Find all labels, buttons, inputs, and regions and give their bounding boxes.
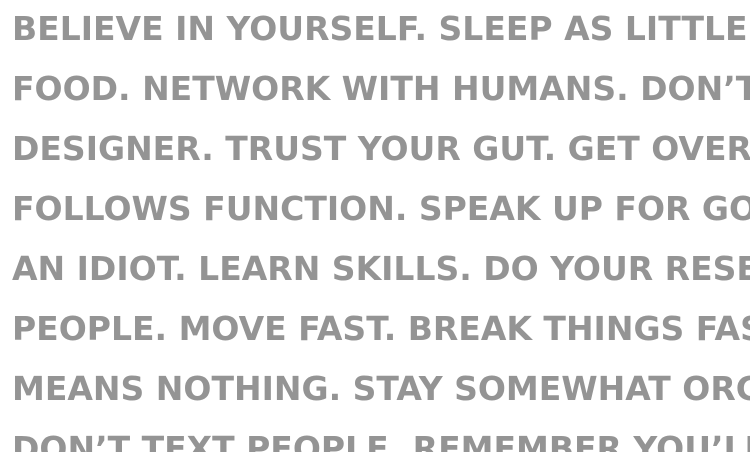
manifesto-text-block: BELIEVE IN YOURSELF. SLEEP AS LITTLE AS … bbox=[0, 0, 750, 452]
manifesto-line-2: FOOD. NETWORK WITH HUMANS. DON’T PRE bbox=[12, 69, 750, 108]
manifesto-line-3: DESIGNER. TRUST YOUR GUT. GET OVER YOU bbox=[12, 129, 750, 168]
manifesto-line-5: AN IDIOT. LEARN SKILLS. DO YOUR RESEARCH bbox=[12, 249, 750, 288]
manifesto-line-8: DON’T TEXT PEOPLE. REMEMBER YOU’LL BE I bbox=[12, 429, 750, 452]
manifesto-line-1: BELIEVE IN YOURSELF. SLEEP AS LITTLE AS … bbox=[12, 9, 750, 48]
manifesto-line-6: PEOPLE. MOVE FAST. BREAK THINGS FASTER. bbox=[12, 309, 750, 348]
manifesto-line-7: MEANS NOTHING. STAY SOMEWHAT ORGANI bbox=[12, 369, 750, 408]
manifesto-line-4: FOLLOWS FUNCTION. SPEAK UP FOR GOOD I bbox=[12, 189, 750, 228]
